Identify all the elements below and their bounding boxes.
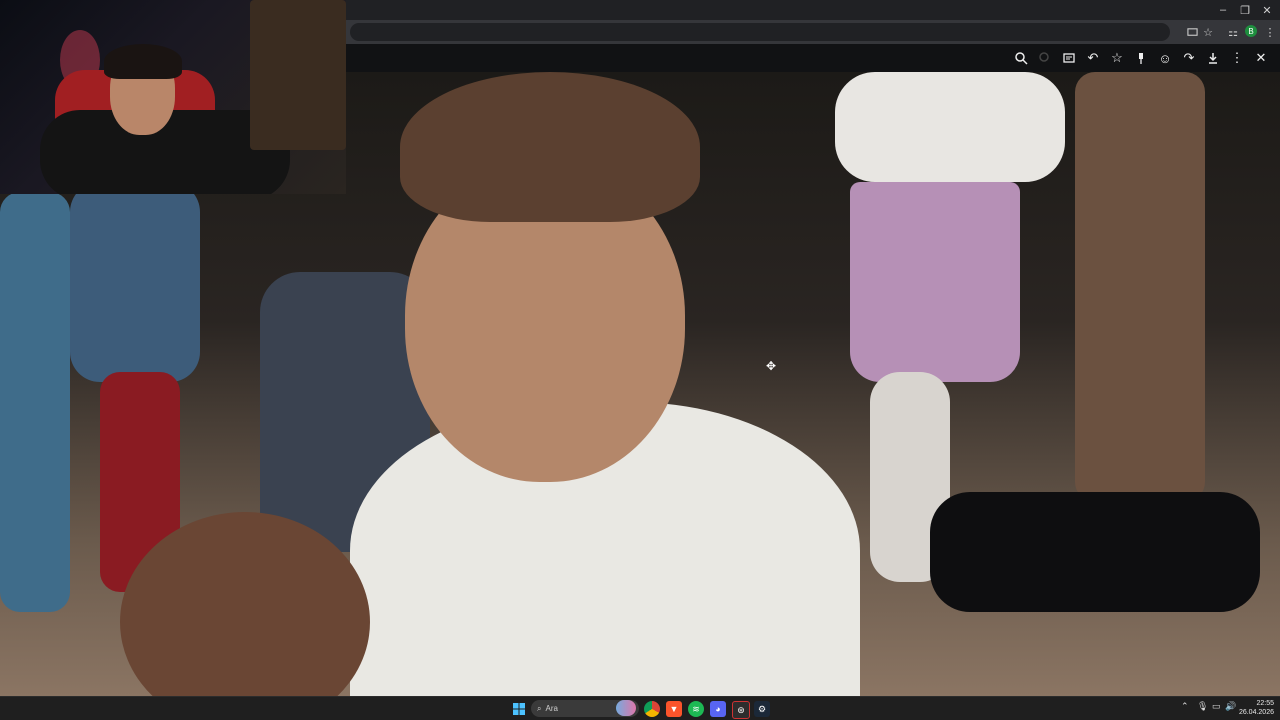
star-icon[interactable]: ☆ (1199, 23, 1217, 41)
spotify-icon[interactable]: ≋ (688, 701, 704, 717)
caption-icon[interactable] (1059, 49, 1079, 67)
zoom-out-icon[interactable] (1035, 49, 1055, 67)
profile-icon[interactable]: B (1245, 25, 1257, 37)
window-close-button[interactable]: ✕ (1256, 0, 1278, 20)
minimize-button[interactable]: – (1212, 0, 1234, 20)
steam-icon[interactable]: ⚙ (754, 701, 770, 717)
windows-start-icon[interactable] (511, 701, 527, 717)
clock-date: 26.04.2026 (1238, 709, 1274, 716)
network-icon[interactable]: ▭ (1212, 701, 1221, 712)
photo-white-top (835, 72, 1065, 182)
chrome-icon[interactable] (644, 701, 660, 717)
photo-dark-figure (930, 492, 1260, 612)
menu-icon[interactable]: ⋮ (1261, 23, 1279, 41)
microphone-icon[interactable]: 🎙 (1197, 701, 1208, 712)
app-icon[interactable]: ⊛ (732, 701, 750, 719)
discord-icon[interactable]: ◕ (710, 701, 726, 717)
photo-figure-left2 (70, 182, 200, 382)
close-icon[interactable]: ✕ (1251, 49, 1271, 67)
zoom-icon[interactable] (1011, 49, 1031, 67)
share-icon[interactable]: ↷ (1179, 49, 1199, 67)
brave-icon[interactable]: ▼ (666, 701, 682, 717)
photo-brown-coat (1075, 72, 1205, 502)
clock-time: 22:55 (1256, 700, 1274, 707)
clock[interactable]: 22:55 26.04.2026 (1238, 699, 1274, 717)
photo-pink-skirt (850, 182, 1020, 382)
more-icon[interactable]: ⋮ (1227, 49, 1247, 67)
search-icon: ⌕ (537, 703, 542, 713)
volume-icon[interactable]: 🔊 (1225, 701, 1236, 712)
move-cursor: ✥ (765, 359, 777, 373)
webcam-overlay (0, 0, 346, 194)
photo-figure-left (0, 192, 70, 612)
restore-button[interactable]: ❐ (1234, 0, 1256, 20)
photo-boy-hair (400, 72, 700, 222)
download-icon[interactable] (1203, 49, 1223, 67)
search-placeholder: Ara (545, 704, 558, 713)
webcam-shelf (250, 0, 346, 150)
tray-chevron-icon[interactable]: ⌃ (1181, 701, 1189, 712)
widgets-icon[interactable] (616, 700, 636, 716)
webcam-hair (104, 44, 182, 79)
taskbar: ⌕ Ara ▼ ≋ ◕ ⊛ ⚙ ⌃ 🎙 ▭ 🔊 22:55 26.04.2026 (0, 696, 1280, 720)
bookmark-icon[interactable]: ☆ (1107, 49, 1127, 67)
extensions-icon[interactable]: ⚏ (1224, 23, 1242, 41)
emoji-icon[interactable]: ☺ (1155, 49, 1175, 67)
pin-icon[interactable] (1131, 49, 1151, 67)
back-icon[interactable]: ↶ (1083, 49, 1103, 67)
omnibox[interactable] (350, 23, 1170, 41)
